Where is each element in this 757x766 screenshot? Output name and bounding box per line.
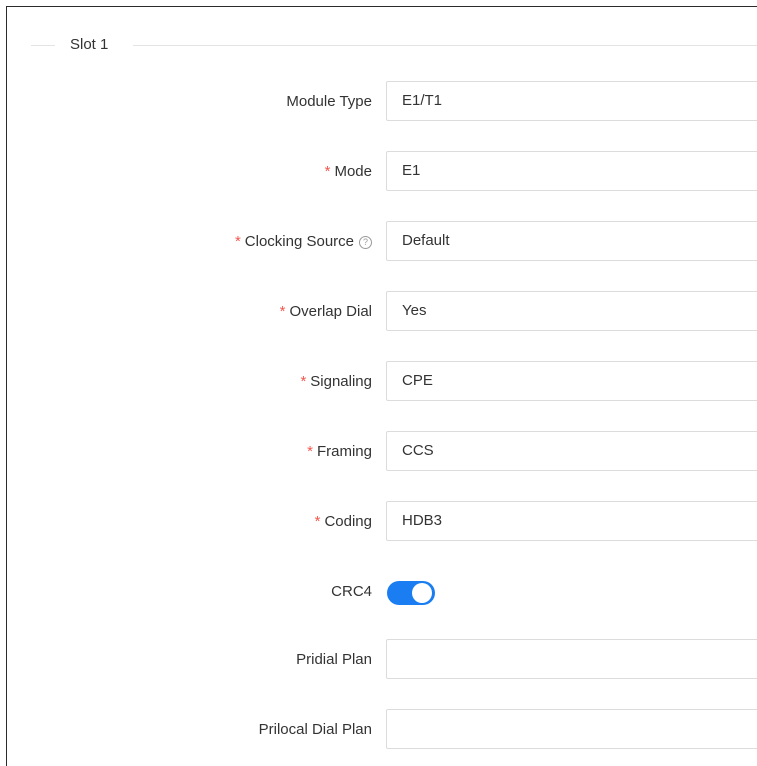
mode-label-text: Mode xyxy=(334,163,372,180)
module-type-field[interactable]: E1/T1 xyxy=(386,81,757,121)
prilocal-dial-plan-label-text: Prilocal Dial Plan xyxy=(258,721,372,738)
required-marker: * xyxy=(234,233,241,250)
section-divider-right xyxy=(133,45,757,46)
required-marker: * xyxy=(324,163,331,180)
form-row-pridial-plan: Pridial Plan xyxy=(7,639,757,681)
overlap-dial-label-text: Overlap Dial xyxy=(289,303,372,320)
form-row-coding: * Coding HDB3 xyxy=(7,501,757,543)
pridial-plan-select[interactable] xyxy=(386,639,757,679)
form-row-crc4: CRC4 xyxy=(7,571,757,613)
pridial-plan-label-text: Pridial Plan xyxy=(296,651,372,668)
form-row-clocking-source: * Clocking Source? Default xyxy=(7,221,757,263)
form-row-mode: * Mode E1 xyxy=(7,151,757,193)
form-row-module-type: Module Type E1/T1 xyxy=(7,81,757,123)
clocking-source-select[interactable]: Default xyxy=(386,221,757,261)
section-title: Slot 1 xyxy=(70,36,109,53)
slot-panel: Slot 1 Module Type E1/T1 * Mode E1 * Clock… xyxy=(6,6,757,766)
coding-label-text: Coding xyxy=(324,513,372,530)
clocking-source-label: * Clocking Source? xyxy=(235,221,372,263)
pridial-plan-label: Pridial Plan xyxy=(296,639,372,681)
crc4-label: CRC4 xyxy=(331,571,372,613)
form-row-overlap-dial: * Overlap Dial Yes xyxy=(7,291,757,333)
section-divider-left xyxy=(31,45,55,46)
form-row-signaling: * Signaling CPE xyxy=(7,361,757,403)
module-type-label-text: Module Type xyxy=(286,93,372,110)
signaling-label-text: Signaling xyxy=(310,373,372,390)
crc4-toggle[interactable] xyxy=(387,581,435,605)
prilocal-dial-plan-label: Prilocal Dial Plan xyxy=(259,709,372,751)
required-marker: * xyxy=(279,303,286,320)
mode-select[interactable]: E1 xyxy=(386,151,757,191)
coding-select[interactable]: HDB3 xyxy=(386,501,757,541)
module-type-label: Module Type xyxy=(286,81,372,123)
form-row-prilocal-dial-plan: Prilocal Dial Plan xyxy=(7,709,757,751)
crc4-label-text: CRC4 xyxy=(331,583,372,600)
coding-label: * Coding xyxy=(315,501,372,543)
framing-label-text: Framing xyxy=(316,443,372,460)
framing-select[interactable]: CCS xyxy=(386,431,757,471)
question-circle-icon[interactable]: ? xyxy=(359,236,372,249)
framing-label: * Framing xyxy=(307,431,372,473)
mode-label: * Mode xyxy=(325,151,372,193)
overlap-dial-select[interactable]: Yes xyxy=(386,291,757,331)
signaling-select[interactable]: CPE xyxy=(386,361,757,401)
prilocal-dial-plan-select[interactable] xyxy=(386,709,757,749)
form-row-framing: * Framing CCS xyxy=(7,431,757,473)
required-marker: * xyxy=(314,513,321,530)
required-marker: * xyxy=(307,443,313,460)
clocking-source-label-text: Clocking Source xyxy=(244,233,354,250)
toggle-knob xyxy=(412,583,432,603)
signaling-label: * Signaling xyxy=(300,361,372,403)
overlap-dial-label: * Overlap Dial xyxy=(280,291,372,333)
required-marker: * xyxy=(300,373,307,390)
